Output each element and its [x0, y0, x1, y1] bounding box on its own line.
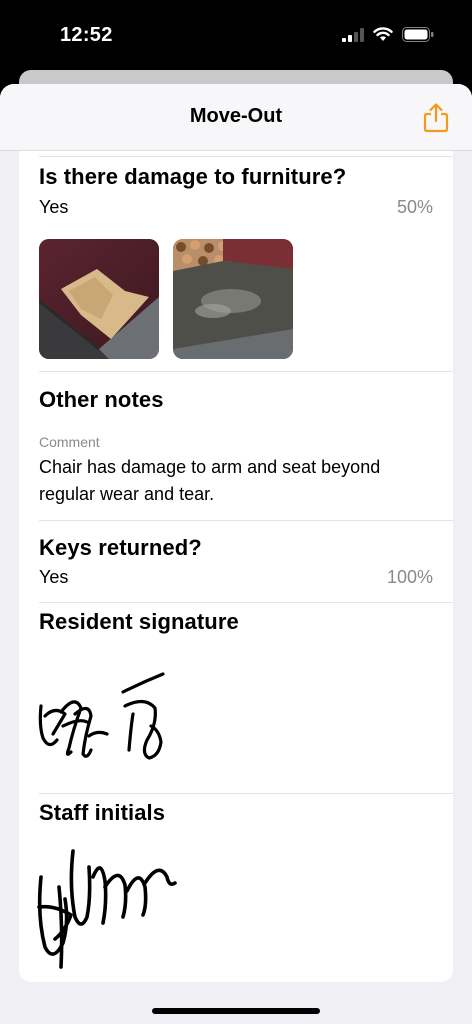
keys-returned-question: Keys returned?: [39, 535, 202, 560]
divider: [39, 793, 453, 794]
furniture-damage-percent: 50%: [396, 197, 433, 217]
share-icon[interactable]: [422, 102, 450, 134]
divider: [39, 156, 453, 157]
furniture-damage-photo-1[interactable]: [39, 239, 159, 359]
resident-signature-title: Resident signature: [39, 609, 239, 634]
chair-arm-damage-image: [39, 239, 159, 359]
furniture-damage-photo-2[interactable]: [173, 239, 293, 359]
inspection-card: Is there damage to furniture? Yes 50% Ot…: [19, 151, 453, 982]
resident-signature-image: [38, 672, 165, 760]
furniture-damage-question: Is there damage to furniture?: [39, 164, 347, 189]
keys-returned-percent: 100%: [386, 567, 433, 587]
status-icons: [342, 27, 434, 42]
divider: [39, 371, 453, 372]
staff-initials-image: [37, 849, 177, 969]
cellular-signal-icon: [342, 27, 364, 42]
status-bar: 12:52: [0, 0, 472, 70]
modal-sheet: Move-Out Is there damage to furniture? Y…: [0, 84, 472, 1024]
home-indicator[interactable]: [152, 1008, 320, 1014]
divider: [39, 520, 453, 521]
furniture-damage-answer: Yes: [39, 197, 69, 217]
chair-seat-damage-image: [173, 239, 293, 359]
keys-returned-answer: Yes: [39, 567, 69, 587]
navigation-bar: Move-Out: [0, 84, 472, 151]
other-notes-title: Other notes: [39, 387, 164, 412]
comment-label: Comment: [39, 434, 100, 450]
page-title: Move-Out: [189, 105, 283, 127]
staff-initials-title: Staff initials: [39, 800, 166, 825]
wifi-icon: [373, 27, 393, 41]
comment-text: Chair has damage to arm and seat beyond …: [39, 457, 381, 504]
divider: [39, 602, 453, 603]
status-time: 12:52: [60, 24, 113, 46]
battery-icon: [402, 27, 434, 42]
